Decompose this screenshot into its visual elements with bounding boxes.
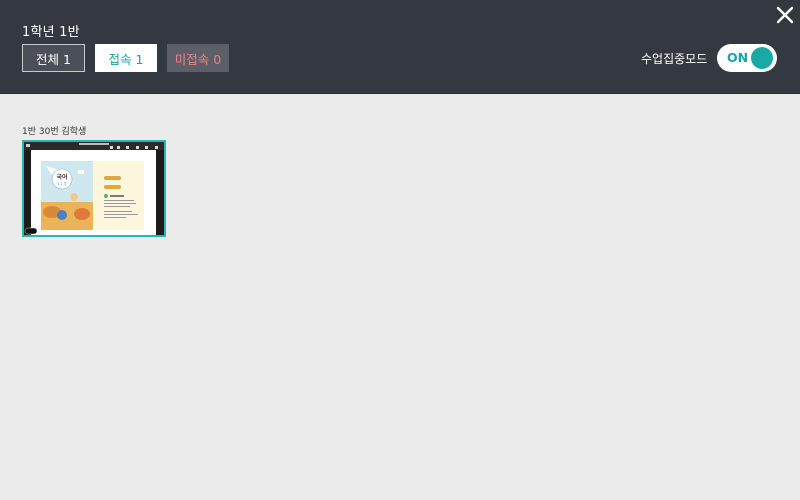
focus-mode-state: ON <box>727 50 749 65</box>
book-title: 국어 <box>56 173 67 181</box>
close-icon <box>776 6 794 24</box>
toggle-knob <box>751 47 773 69</box>
focus-mode-toggle[interactable]: ON <box>717 44 777 72</box>
focus-mode-label: 수업집중모드 <box>641 52 708 66</box>
book-subtitle: 1-1 가 <box>57 181 66 186</box>
filter-disconnected-button[interactable]: 미접속 0 <box>167 44 229 72</box>
student-screen-thumbnail: 국어 1-1 가 <box>24 142 164 235</box>
class-title: 1학년 1반 <box>22 25 80 40</box>
filter-all-button[interactable]: 전체 1 <box>22 44 85 72</box>
top-bar: 1학년 1반 전체 1 접속 1 미접속 0 수업집중모드 ON <box>0 0 800 94</box>
filter-connected-button[interactable]: 접속 1 <box>95 44 157 72</box>
student-name: 1반 30번 김학생 <box>22 127 87 137</box>
student-screen-card[interactable]: 국어 1-1 가 <box>22 140 166 237</box>
close-button[interactable] <box>774 4 796 26</box>
